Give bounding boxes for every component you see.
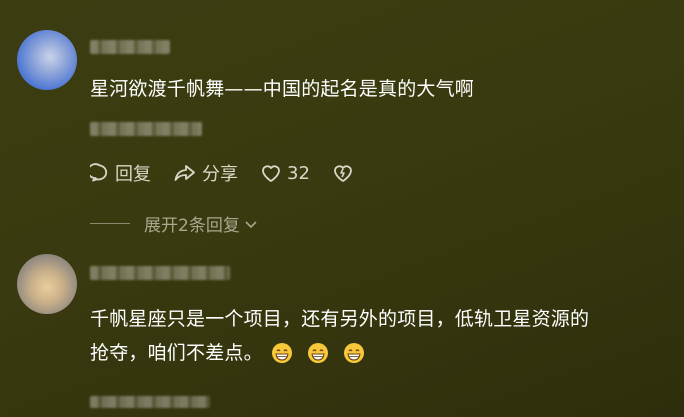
grinning-face-icon [271, 343, 292, 363]
like-button[interactable]: 32 [260, 163, 310, 184]
grinning-face-icon [307, 343, 328, 363]
grinning-face-icon [343, 343, 364, 363]
dislike-button[interactable] [332, 163, 359, 183]
share-button[interactable]: 分享 [173, 160, 238, 186]
username-blurred[interactable] [90, 266, 230, 280]
comment-text-line2: 抢夺，咱们不差点。 [90, 342, 263, 364]
share-icon [174, 165, 195, 181]
reply-label: 回复 [115, 164, 151, 185]
reply-button[interactable]: 回复 [90, 160, 151, 186]
chevron-down-icon [245, 220, 257, 228]
share-label: 分享 [202, 164, 238, 185]
reply-icon [90, 163, 108, 182]
comment-text: 千帆星座只是一个项目，还有另外的项目，低轨卫星资源的 抢夺，咱们不差点。 [90, 302, 589, 370]
expand-replies-label: 展开2条回复 [144, 216, 240, 236]
like-count: 32 [287, 162, 310, 184]
broken-heart-icon [334, 165, 352, 182]
expand-replies[interactable]: 展开2条回复 [90, 211, 258, 236]
avatar[interactable] [17, 254, 77, 314]
timestamp-blurred [90, 122, 202, 136]
heart-icon [262, 165, 280, 182]
expand-divider [90, 223, 130, 224]
timestamp-blurred [90, 396, 210, 408]
username-blurred[interactable] [90, 40, 170, 54]
comment-actions: 回复 分享 32 [90, 160, 381, 186]
avatar[interactable] [17, 30, 77, 90]
comment-text-line: 千帆星座只是一个项目，还有另外的项目，低轨卫星资源的 [90, 308, 590, 330]
comment-text: 星河欲渡千帆舞——中国的起名是真的大气啊 [90, 78, 475, 100]
comment-text-line: 抢夺，咱们不差点。 [90, 336, 589, 370]
